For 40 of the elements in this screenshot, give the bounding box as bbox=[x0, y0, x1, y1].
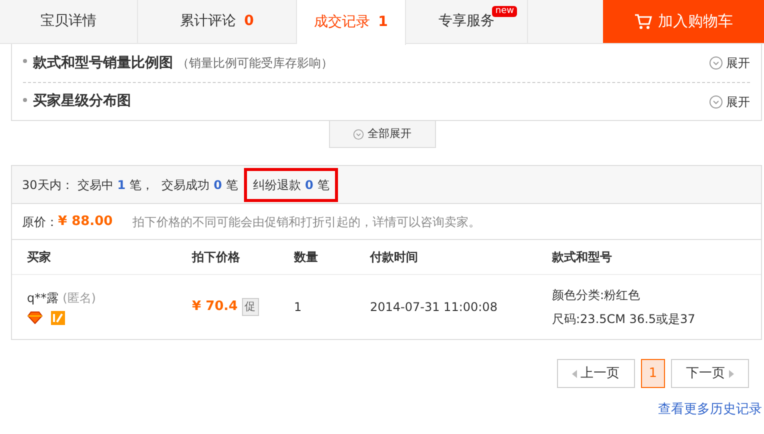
summary-stat: 纠纷退款 0 笔 bbox=[244, 168, 338, 202]
next-page-button[interactable]: 下一页 bbox=[671, 359, 749, 388]
promo-tag: 促 bbox=[242, 298, 259, 316]
payment-time: 2014-07-31 11:00:08 bbox=[370, 299, 498, 316]
spec-text: 尺码:23.5CM 36.5或是37 bbox=[552, 311, 696, 328]
section-title: 买家星级分布图 bbox=[33, 92, 131, 111]
anonymous-label: (匿名) bbox=[62, 291, 96, 305]
chevron-down-icon bbox=[709, 94, 723, 108]
cart-icon bbox=[634, 14, 652, 30]
section-note: （销量比例可能受库存影响） bbox=[177, 55, 333, 72]
section-title: 款式和型号销量比例图 bbox=[33, 54, 173, 72]
new-badge: new bbox=[492, 6, 517, 17]
expand-all-button[interactable]: 全部展开 bbox=[328, 121, 436, 148]
chevron-down-icon bbox=[352, 128, 364, 140]
expand-toggle[interactable]: 展开 bbox=[709, 92, 750, 110]
summary-stat: 交易中 1 笔， bbox=[76, 176, 155, 194]
column-header: 款式和型号 bbox=[552, 249, 613, 266]
level-badge-icon bbox=[51, 311, 65, 325]
summary-label: 30天内： bbox=[22, 176, 74, 194]
bullet-dot bbox=[23, 98, 27, 102]
expand-toggle[interactable]: 展开 bbox=[709, 54, 750, 72]
original-price: ¥ 88.00 bbox=[58, 212, 113, 231]
column-header: 数量 bbox=[294, 249, 319, 266]
spec-text: 颜色分类:粉红色 bbox=[552, 287, 642, 304]
price-note: 拍下价格的不同可能会由促销和打折引起的，详情可以咨询卖家。 bbox=[132, 214, 481, 230]
bullet-dot bbox=[23, 59, 27, 63]
buyer-name: q**露 bbox=[27, 291, 59, 305]
quantity-cell-text: 1 bbox=[294, 299, 303, 316]
left-arrow-icon bbox=[572, 370, 577, 378]
deal-price: ¥ 70.4 bbox=[192, 298, 238, 316]
history-link[interactable]: 查看更多历史记录 bbox=[0, 400, 762, 420]
column-header: 付款时间 bbox=[370, 249, 419, 266]
chevron-down-icon bbox=[709, 56, 723, 70]
price-label: 原价： bbox=[22, 214, 58, 230]
right-arrow-icon bbox=[729, 370, 734, 378]
summary-stat: 交易成功 0 笔 bbox=[160, 176, 239, 194]
previous-page-button[interactable]: 上一页 bbox=[556, 359, 635, 388]
column-header: 买家 bbox=[27, 249, 52, 266]
column-header: 拍下价格 bbox=[192, 249, 241, 266]
diamond-icon bbox=[27, 311, 43, 324]
